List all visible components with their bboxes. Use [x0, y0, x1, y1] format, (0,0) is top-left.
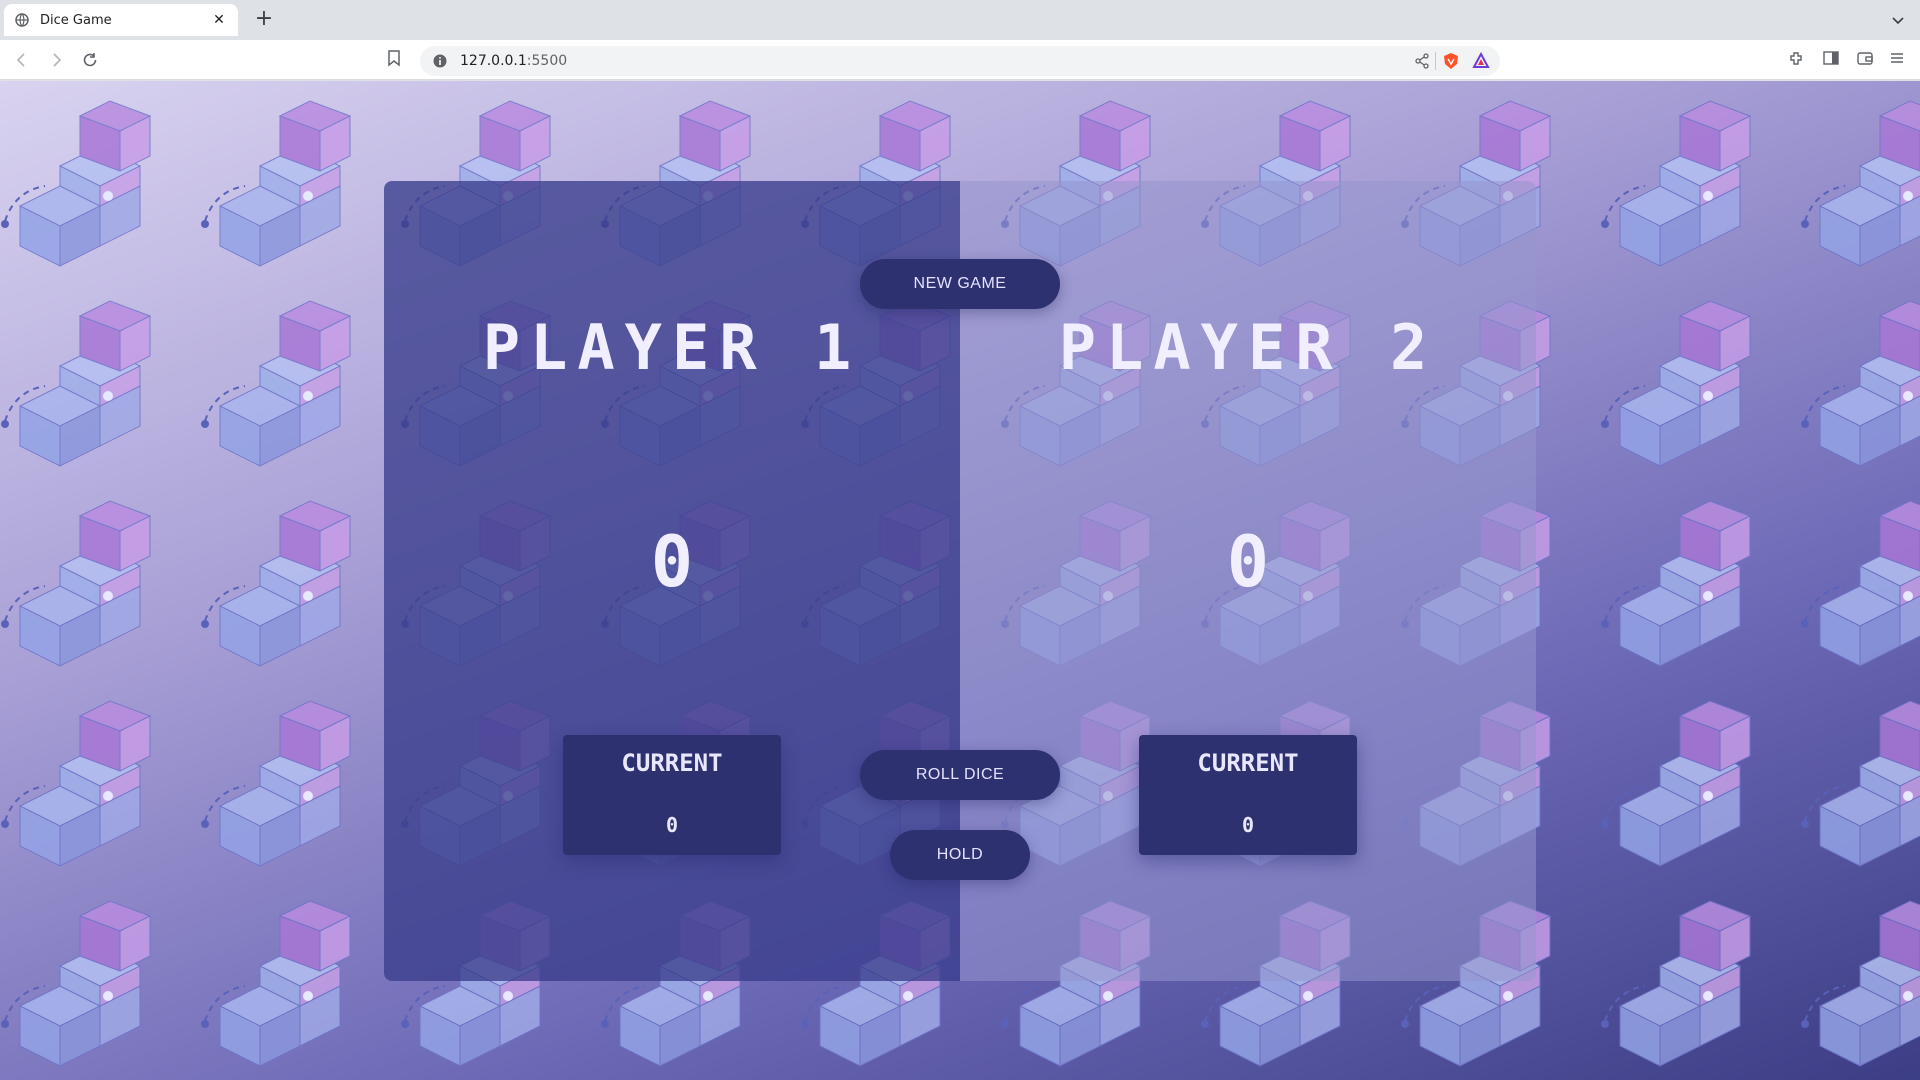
- page-viewport: PLAYER 1 0 CURRENT 0 PLAYER 2 0 CURRENT …: [0, 81, 1920, 1080]
- background-cube-decoration: [1600, 886, 1760, 1076]
- tab-title: Dice Game: [40, 12, 112, 28]
- roll-dice-button[interactable]: ROLL DICE: [860, 750, 1060, 800]
- player-2-score: 0: [1226, 521, 1270, 603]
- background-cube-decoration: [200, 486, 360, 676]
- plus-icon[interactable]: +: [250, 6, 278, 34]
- background-cube-decoration: [1600, 286, 1760, 476]
- forward-icon[interactable]: [44, 48, 68, 72]
- url-text: 127.0.0.1:5500: [460, 53, 568, 69]
- bookmark-icon[interactable]: [386, 49, 402, 71]
- background-cube-decoration: [1800, 886, 1920, 1076]
- background-cube-decoration: [1800, 686, 1920, 876]
- chevron-down-icon[interactable]: [1888, 10, 1908, 30]
- sidebar-icon[interactable]: [1822, 49, 1840, 67]
- player-1-current-label: CURRENT: [621, 749, 723, 777]
- background-cube-decoration: [1800, 286, 1920, 476]
- share-icon[interactable]: [1414, 53, 1430, 69]
- reload-icon[interactable]: [78, 48, 102, 72]
- game-board: PLAYER 1 0 CURRENT 0 PLAYER 2 0 CURRENT …: [384, 181, 1536, 981]
- divider: [1435, 52, 1436, 70]
- player-2-current-box: CURRENT 0: [1139, 735, 1357, 855]
- background-cube-decoration: [1600, 686, 1760, 876]
- background-cube-decoration: [0, 686, 160, 876]
- background-cube-decoration: [200, 286, 360, 476]
- globe-icon: [14, 12, 30, 28]
- background-cube-decoration: [1600, 486, 1760, 676]
- brave-rewards-icon[interactable]: [1472, 51, 1490, 70]
- background-cube-decoration: [1800, 486, 1920, 676]
- background-cube-decoration: [1800, 86, 1920, 276]
- player-2-name: PLAYER 2: [1058, 311, 1438, 384]
- background-cube-decoration: [200, 86, 360, 276]
- close-icon[interactable]: ✕: [210, 12, 228, 28]
- player-1-current-box: CURRENT 0: [563, 735, 781, 855]
- info-icon[interactable]: [432, 53, 448, 69]
- background-cube-decoration: [200, 686, 360, 876]
- background-cube-decoration: [0, 886, 160, 1076]
- address-bar[interactable]: 127.0.0.1:5500: [420, 46, 1500, 76]
- player-1-name: PLAYER 1: [482, 311, 862, 384]
- player-2-current-label: CURRENT: [1197, 749, 1299, 777]
- background-cube-decoration: [1600, 86, 1760, 276]
- new-game-button[interactable]: NEW GAME: [860, 259, 1060, 309]
- menu-icon[interactable]: [1888, 49, 1906, 67]
- browser-tabbar: Dice Game ✕ +: [0, 0, 1920, 40]
- background-cube-decoration: [0, 86, 160, 276]
- player-2-current-score: 0: [1241, 813, 1255, 837]
- player-1-current-score: 0: [665, 813, 679, 837]
- brave-shield-icon[interactable]: [1442, 52, 1460, 70]
- wallet-icon[interactable]: [1856, 49, 1874, 67]
- background-cube-decoration: [200, 886, 360, 1076]
- player-1-score: 0: [650, 521, 694, 603]
- back-icon[interactable]: [10, 48, 34, 72]
- background-cube-decoration: [0, 486, 160, 676]
- background-cube-decoration: [0, 286, 160, 476]
- hold-button[interactable]: HOLD: [890, 830, 1030, 880]
- extensions-icon[interactable]: [1788, 49, 1806, 67]
- browser-tab[interactable]: Dice Game ✕: [4, 4, 238, 36]
